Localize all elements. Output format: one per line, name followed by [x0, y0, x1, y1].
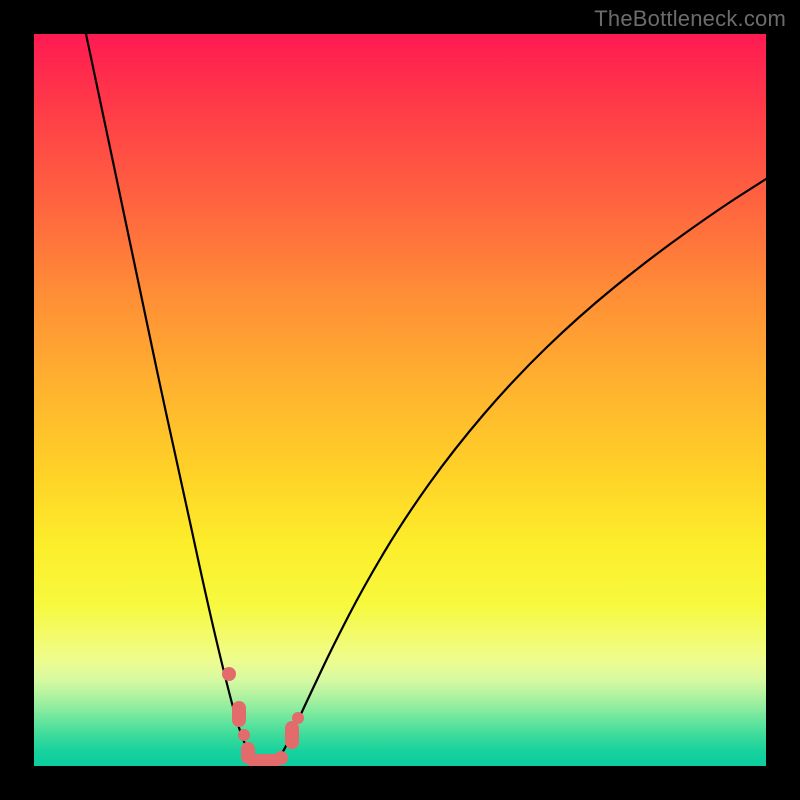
marker: [222, 667, 236, 681]
series-left-branch: [86, 34, 251, 758]
marker: [274, 751, 288, 765]
marker: [232, 701, 246, 727]
marker: [238, 729, 250, 741]
marker: [285, 721, 299, 749]
watermark-text: TheBottleneck.com: [594, 6, 786, 32]
plot-area: [34, 34, 766, 766]
curve-layer: [34, 34, 766, 766]
series-right-branch: [279, 179, 766, 758]
marker: [292, 712, 304, 724]
trough-markers: [222, 667, 304, 766]
chart-frame: TheBottleneck.com: [0, 0, 800, 800]
